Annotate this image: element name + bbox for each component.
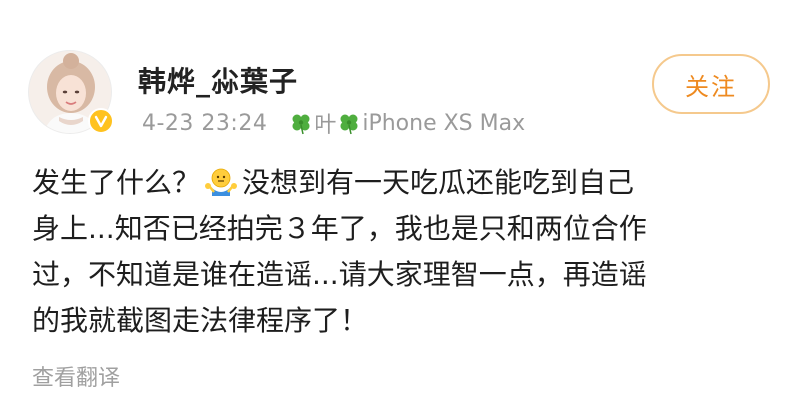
content-text-1a: 发生了什么？	[32, 166, 201, 199]
content-line-2: 身上...知否已经拍完３年了，我也是只和两位合作	[32, 212, 647, 245]
post-content: 发生了什么？ 没想到有一天吃瓜还能吃到自己 身上...知否已经拍完３年了，我也是…	[32, 160, 772, 344]
follow-button[interactable]: 关注	[652, 54, 770, 114]
content-text-1b: 没想到有一天吃瓜还能吃到自己	[242, 166, 635, 199]
shrug-emoji-icon	[205, 168, 238, 196]
avatar-container[interactable]	[28, 50, 114, 134]
content-line-4: 的我就截图走法律程序了！	[32, 304, 369, 337]
post-source[interactable]: 叶 iPhone XS Max	[289, 107, 526, 139]
content-line-3: 过，不知道是谁在造谣...请大家理智一点，再造谣	[32, 258, 647, 291]
translate-link[interactable]: 查看翻译	[32, 360, 120, 392]
verified-badge-icon	[88, 108, 114, 134]
post-time: 4-23 23:24	[142, 110, 268, 136]
author-name[interactable]: 韩烨_尛葉子	[138, 60, 298, 100]
four-leaf-clover-icon	[340, 114, 358, 135]
content-line-1: 发生了什么？ 没想到有一天吃瓜还能吃到自己	[32, 160, 772, 206]
four-leaf-clover-icon	[292, 114, 310, 135]
source-device: iPhone XS Max	[362, 110, 526, 136]
post-meta: 4-23 23:24 叶 iPhone XS Max	[142, 107, 526, 139]
weibo-post: 韩烨_尛葉子 4-23 23:24 叶 iPhone XS Max 关注 发生了…	[0, 0, 800, 416]
source-text-leaf: 叶	[314, 113, 337, 138]
